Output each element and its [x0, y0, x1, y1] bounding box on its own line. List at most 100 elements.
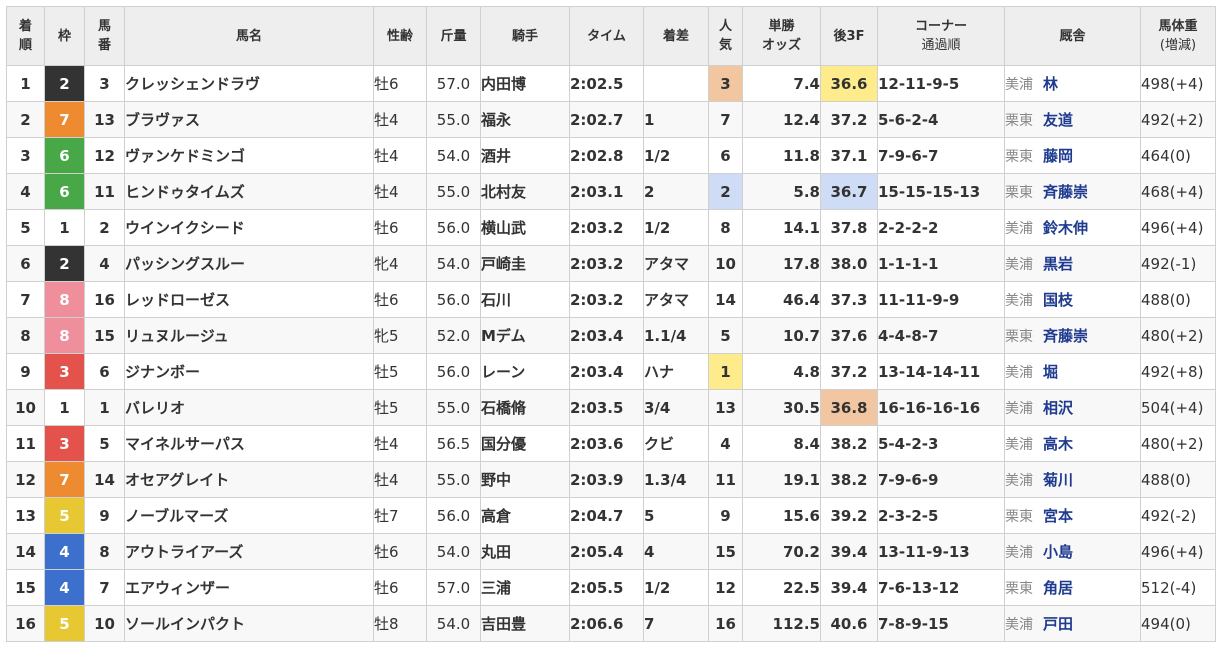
corner-positions: 5-6-2-4 [877, 101, 1005, 138]
jockey-link[interactable]: レーン [480, 353, 570, 390]
jockey-link[interactable]: 三浦 [480, 569, 570, 606]
result-row: 3 6 12 ヴァンケドミンゴ 牡4 54.0 酒井 2:02.8 1/2 6 … [6, 137, 1216, 174]
trainer-link[interactable]: 角居 [1043, 579, 1073, 597]
jockey-link[interactable]: 石川 [480, 281, 570, 318]
horse-name-link[interactable]: ヴァンケドミンゴ [124, 137, 374, 174]
trainer-link[interactable]: 相沢 [1043, 399, 1073, 417]
carried-weight: 57.0 [426, 569, 481, 606]
jockey-link[interactable]: 吉田豊 [480, 605, 570, 642]
finish-rank: 5 [6, 209, 45, 246]
trainer-link[interactable]: 戸田 [1043, 615, 1073, 633]
horse-number: 9 [84, 497, 125, 534]
jockey-link[interactable]: 野中 [480, 461, 570, 498]
horse-number: 4 [84, 245, 125, 282]
horse-name-link[interactable]: マイネルサーパス [124, 425, 374, 462]
jockey-link[interactable]: 北村友 [480, 173, 570, 210]
sex-age: 牡7 [373, 497, 427, 534]
horse-name-link[interactable]: リュヌルージュ [124, 317, 374, 354]
trainer-link[interactable]: 高木 [1043, 435, 1073, 453]
jockey-link[interactable]: 高倉 [480, 497, 570, 534]
jockey-link[interactable]: 戸崎圭 [480, 245, 570, 282]
win-odds: 11.8 [742, 137, 821, 174]
col-header-weight[interactable]: 斤量 [426, 6, 481, 66]
horse-name-link[interactable]: アウトライアーズ [124, 533, 374, 570]
col-header-margin[interactable]: 着差 [643, 6, 709, 66]
col-header-body-weight[interactable]: 馬体重 (増減) [1140, 6, 1216, 66]
finish-time: 2:05.4 [569, 533, 644, 570]
trainer-link[interactable]: 国枝 [1043, 291, 1073, 309]
col-header-number[interactable]: 馬 番 [84, 6, 125, 66]
horse-name-link[interactable]: レッドローゼス [124, 281, 374, 318]
trainer-link[interactable]: 小島 [1043, 543, 1073, 561]
col-header-win-odds[interactable]: 単勝 オッズ [742, 6, 821, 66]
horse-number: 10 [84, 605, 125, 642]
popularity-rank: 9 [708, 497, 743, 534]
trainer-link[interactable]: 堀 [1043, 363, 1058, 381]
horse-name-link[interactable]: クレッシェンドラヴ [124, 65, 374, 102]
sex-age: 牡4 [373, 101, 427, 138]
col-header-stable[interactable]: 厩舎 [1004, 6, 1141, 66]
finish-rank: 9 [6, 353, 45, 390]
trainer-link[interactable]: 宮本 [1043, 507, 1073, 525]
col-header-corner[interactable]: コーナー 通過順 [877, 6, 1005, 66]
result-row: 7 8 16 レッドローゼス 牡6 56.0 石川 2:03.2 アタマ 14 … [6, 281, 1216, 318]
jockey-link[interactable]: 石橋脩 [480, 389, 570, 426]
body-weight: 492(+2) [1140, 101, 1216, 138]
col-header-horse-name[interactable]: 馬名 [124, 6, 374, 66]
jockey-link[interactable]: 酒井 [480, 137, 570, 174]
finish-margin: 4 [643, 533, 709, 570]
finish-time: 2:04.7 [569, 497, 644, 534]
trainer-link[interactable]: 友道 [1043, 111, 1073, 129]
horse-name-link[interactable]: ウインイクシード [124, 209, 374, 246]
col-header-frame[interactable]: 枠 [44, 6, 85, 66]
jockey-link[interactable]: Mデム [480, 317, 570, 354]
trainer-link[interactable]: 黒岩 [1043, 255, 1073, 273]
header-label: 人 気 [718, 19, 732, 53]
stable-region: 栗東 [1005, 149, 1034, 165]
trainer-link[interactable]: 斉藤崇 [1043, 183, 1088, 201]
win-odds: 5.8 [742, 173, 821, 210]
trainer-link[interactable]: 斉藤崇 [1043, 327, 1088, 345]
stable-cell: 美浦 国枝 [1004, 281, 1141, 318]
horse-number: 15 [84, 317, 125, 354]
corner-positions: 15-15-15-13 [877, 173, 1005, 210]
stable-region: 美浦 [1005, 221, 1034, 237]
finish-rank: 1 [6, 65, 45, 102]
finish-time: 2:06.6 [569, 605, 644, 642]
header-sublabel: (増減) [1159, 38, 1197, 53]
body-weight: 492(-1) [1140, 245, 1216, 282]
stable-cell: 美浦 菊川 [1004, 461, 1141, 498]
trainer-link[interactable]: 藤岡 [1043, 147, 1073, 165]
trainer-link[interactable]: 林 [1043, 75, 1058, 93]
trainer-link[interactable]: 鈴木伸 [1043, 219, 1088, 237]
horse-name-link[interactable]: ヒンドゥタイムズ [124, 173, 374, 210]
body-weight: 492(-2) [1140, 497, 1216, 534]
col-header-popularity[interactable]: 人 気 [708, 6, 743, 66]
horse-name-link[interactable]: ノーブルマーズ [124, 497, 374, 534]
jockey-link[interactable]: 国分優 [480, 425, 570, 462]
frame-number-badge: 2 [44, 65, 85, 102]
col-header-jockey[interactable]: 騎手 [480, 6, 570, 66]
trainer-link[interactable]: 菊川 [1043, 471, 1073, 489]
horse-name-link[interactable]: オセアグレイト [124, 461, 374, 498]
stable-cell: 美浦 戸田 [1004, 605, 1141, 642]
finish-time: 2:03.5 [569, 389, 644, 426]
horse-name-link[interactable]: ブラヴァス [124, 101, 374, 138]
last-3f-time: 37.6 [820, 317, 878, 354]
jockey-link[interactable]: 横山武 [480, 209, 570, 246]
jockey-link[interactable]: 丸田 [480, 533, 570, 570]
horse-name-link[interactable]: パッシングスルー [124, 245, 374, 282]
col-header-rank[interactable]: 着 順 [6, 6, 45, 66]
col-header-time[interactable]: タイム [569, 6, 644, 66]
win-odds: 7.4 [742, 65, 821, 102]
jockey-link[interactable]: 内田博 [480, 65, 570, 102]
jockey-link[interactable]: 福永 [480, 101, 570, 138]
last-3f-time: 38.2 [820, 425, 878, 462]
col-header-last-3f[interactable]: 後3F [820, 6, 878, 66]
horse-name-link[interactable]: ジナンボー [124, 353, 374, 390]
horse-name-link[interactable]: エアウィンザー [124, 569, 374, 606]
col-header-sex-age[interactable]: 性齢 [373, 6, 427, 66]
horse-name-link[interactable]: バレリオ [124, 389, 374, 426]
horse-name-link[interactable]: ソールインパクト [124, 605, 374, 642]
finish-rank: 11 [6, 425, 45, 462]
